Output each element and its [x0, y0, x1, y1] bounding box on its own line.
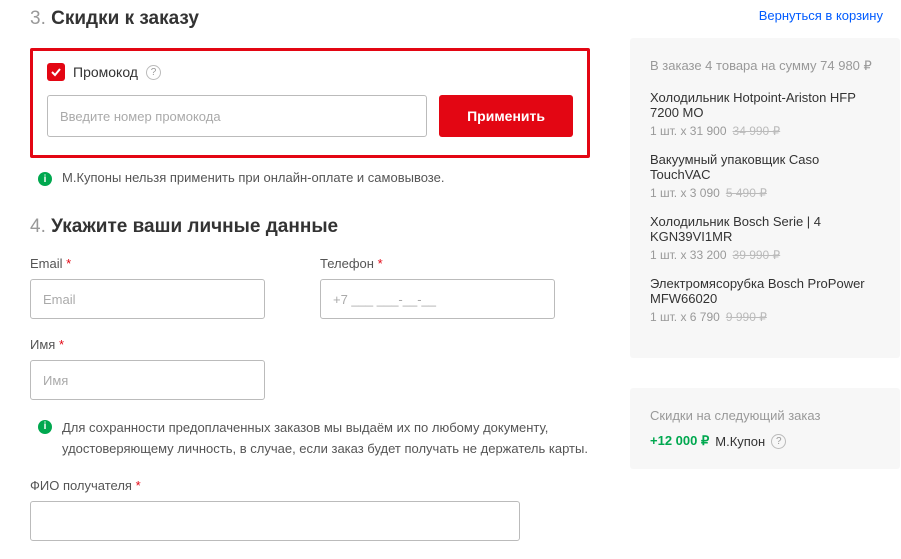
info-icon: i: [38, 420, 52, 434]
email-label: Email *: [30, 256, 300, 271]
coupon-label: М.Купон: [715, 434, 765, 449]
order-item-name: Холодильник Bosch Serie | 4 KGN39VI1MR: [650, 214, 880, 244]
section-discounts-title: 3. Скидки к заказу: [30, 8, 590, 30]
promo-label: Промокод: [73, 64, 138, 80]
old-price: 9 990 ₽: [726, 310, 767, 324]
phone-label: Телефон *: [320, 256, 590, 271]
phone-field-wrap: Телефон *: [320, 256, 590, 319]
old-price: 39 990 ₽: [733, 248, 781, 262]
order-summary-box: В заказе 4 товара на сумму 74 980 ₽ Холо…: [630, 38, 900, 358]
order-item-price: 1 шт. x 31 90034 990 ₽: [650, 124, 880, 138]
section-number: 4.: [30, 216, 46, 237]
prepaid-info-text: Для сохранности предоплаченных заказов м…: [62, 418, 590, 460]
order-item-price: 1 шт. x 6 7909 990 ₽: [650, 310, 880, 324]
back-to-cart-link[interactable]: Вернуться в корзину: [759, 8, 883, 23]
phone-field[interactable]: [320, 279, 555, 319]
prepaid-info-row: i Для сохранности предоплаченных заказов…: [30, 418, 590, 460]
promo-header: Промокод ?: [47, 63, 573, 81]
order-item: Холодильник Bosch Serie | 4 KGN39VI1MR 1 …: [650, 214, 880, 262]
order-item: Вакуумный упаковщик Caso TouchVAC 1 шт. x…: [650, 152, 880, 200]
order-item-price: 1 шт. x 33 20039 990 ₽: [650, 248, 880, 262]
coupon-section-title: Скидки на следующий заказ: [650, 408, 880, 423]
section-personal-title: 4. Укажите ваши личные данные: [30, 216, 590, 238]
order-item: Холодильник Hotpoint-Ariston HFP 7200 MO…: [650, 90, 880, 138]
order-item-name: Холодильник Hotpoint-Ariston HFP 7200 MO: [650, 90, 880, 120]
recipient-field-wrap: ФИО получателя *: [30, 478, 590, 541]
help-icon[interactable]: ?: [771, 434, 786, 449]
coupon-warning-row: i М.Купоны нельзя применить при онлайн-о…: [30, 170, 590, 186]
name-label: Имя *: [30, 337, 265, 352]
recipient-field[interactable]: [30, 501, 520, 541]
old-price: 5 490 ₽: [726, 186, 767, 200]
order-item-name: Электромясорубка Bosch ProPower MFW66020: [650, 276, 880, 306]
section-number: 3.: [30, 8, 46, 29]
next-order-discounts-box: Скидки на следующий заказ +12 000 ₽ М.Ку…: [630, 388, 900, 469]
order-summary-title: В заказе 4 товара на сумму 74 980 ₽: [650, 58, 880, 74]
name-field[interactable]: [30, 360, 265, 400]
section-title-text: Укажите ваши личные данные: [51, 216, 338, 237]
section-title-text: Скидки к заказу: [51, 8, 199, 29]
info-icon: i: [38, 172, 52, 186]
help-icon[interactable]: ?: [146, 65, 161, 80]
email-field[interactable]: [30, 279, 265, 319]
promo-input[interactable]: [47, 95, 427, 137]
old-price: 34 990 ₽: [733, 124, 781, 138]
order-item-name: Вакуумный упаковщик Caso TouchVAC: [650, 152, 880, 182]
coupon-warning-text: М.Купоны нельзя применить при онлайн-опл…: [62, 170, 444, 185]
check-icon: [47, 63, 65, 81]
promo-box: Промокод ? Применить: [30, 48, 590, 158]
coupon-amount: +12 000 ₽: [650, 433, 709, 449]
order-item: Электромясорубка Bosch ProPower MFW66020…: [650, 276, 880, 324]
order-item-price: 1 шт. x 3 0905 490 ₽: [650, 186, 880, 200]
apply-button[interactable]: Применить: [439, 95, 573, 137]
email-field-wrap: Email *: [30, 256, 300, 319]
name-field-wrap: Имя *: [30, 337, 265, 400]
recipient-label: ФИО получателя *: [30, 478, 590, 493]
coupon-row: +12 000 ₽ М.Купон ?: [650, 433, 880, 449]
